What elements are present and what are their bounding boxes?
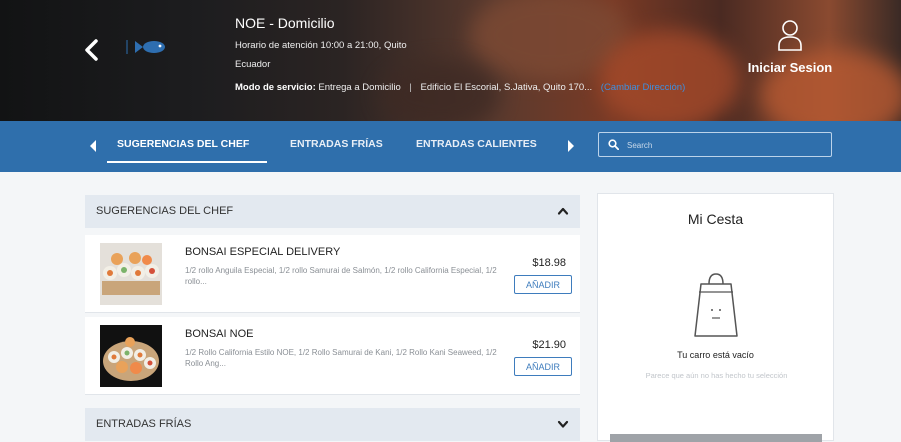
fish-logo-icon (126, 40, 165, 54)
add-to-cart-button[interactable]: AÑADIR (514, 357, 572, 376)
cart-title: Mi Cesta (687, 211, 744, 227)
cart-empty-hint: Parece que aún no has hecho tu selección (645, 371, 788, 380)
login-label: Iniciar Sesion (747, 60, 833, 75)
chevron-up-icon (557, 207, 569, 215)
service-mode-line: Modo de servicio: Entrega a Domicilio | … (235, 82, 685, 93)
chevron-down-icon (557, 420, 569, 428)
product-card[interactable]: BONSAI NOE 1/2 Rollo California Estilo N… (85, 317, 580, 395)
store-country: Ecuador (235, 59, 271, 70)
login-button[interactable]: Iniciar Sesion (740, 18, 840, 77)
product-name: BONSAI NOE (185, 328, 254, 340)
cart-panel: Mi Cesta Tu carro está vacío Parece que … (597, 193, 834, 442)
section-title: SUGERENCIAS DEL CHEF (96, 205, 234, 217)
service-mode-value: Entrega a Domicilio (318, 82, 401, 93)
product-name: BONSAI ESPECIAL DELIVERY (185, 246, 341, 258)
product-description: 1/2 rollo Anguila Especial, 1/2 rollo Sa… (185, 266, 497, 286)
product-card[interactable]: BONSAI ESPECIAL DELIVERY 1/2 rollo Angui… (85, 235, 580, 313)
product-image-bonsai-especial-delivery (100, 243, 162, 305)
opening-hours: Horario de atención 10:00 a 21:00, Quito (235, 40, 407, 51)
section-header-entradas-frias[interactable]: ENTRADAS FRÍAS (85, 408, 580, 441)
search-icon (608, 139, 619, 150)
service-separator: | (409, 82, 412, 93)
add-to-cart-button[interactable]: AÑADIR (514, 275, 572, 294)
search-input[interactable] (625, 136, 829, 155)
store-name: NOE - Domicilio (235, 15, 335, 31)
back-chevron-icon[interactable] (82, 38, 102, 62)
empty-bag-icon (694, 273, 738, 337)
change-address-link[interactable]: (Cambiar Dirección) (601, 82, 685, 93)
product-price: $21.90 (532, 339, 566, 351)
section-title: ENTRADAS FRÍAS (96, 418, 192, 430)
category-nav-bar: SUGERENCIAS DEL CHEF ENTRADAS FRÍAS ENTR… (0, 121, 901, 172)
product-price: $18.98 (532, 257, 566, 269)
search-box (598, 132, 832, 157)
service-mode-label: Modo de servicio: (235, 82, 316, 93)
product-image-bonsai-noe (100, 325, 162, 387)
tab-entradas-frias[interactable]: ENTRADAS FRÍAS (290, 138, 383, 150)
product-description: 1/2 Rollo California Estilo NOE, 1/2 Rol… (185, 348, 497, 368)
user-icon (778, 20, 802, 51)
nav-prev-arrow-icon[interactable] (88, 139, 98, 153)
active-tab-underline (107, 161, 267, 163)
tab-sugerencias-del-chef[interactable]: SUGERENCIAS DEL CHEF (117, 138, 249, 150)
store-header-banner: NOE - Domicilio Horario de atención 10:0… (0, 0, 901, 121)
delivery-address: Edificio El Escorial, S.Jativa, Quito 17… (420, 82, 593, 93)
cart-empty-message: Tu carro está vacío (677, 350, 754, 360)
banner-food-photo (600, 30, 740, 121)
tab-entradas-calientes[interactable]: ENTRADAS CALIENTES (416, 138, 537, 150)
nav-next-arrow-icon[interactable] (566, 139, 576, 153)
section-header-sugerencias-del-chef[interactable]: SUGERENCIAS DEL CHEF (85, 195, 580, 228)
